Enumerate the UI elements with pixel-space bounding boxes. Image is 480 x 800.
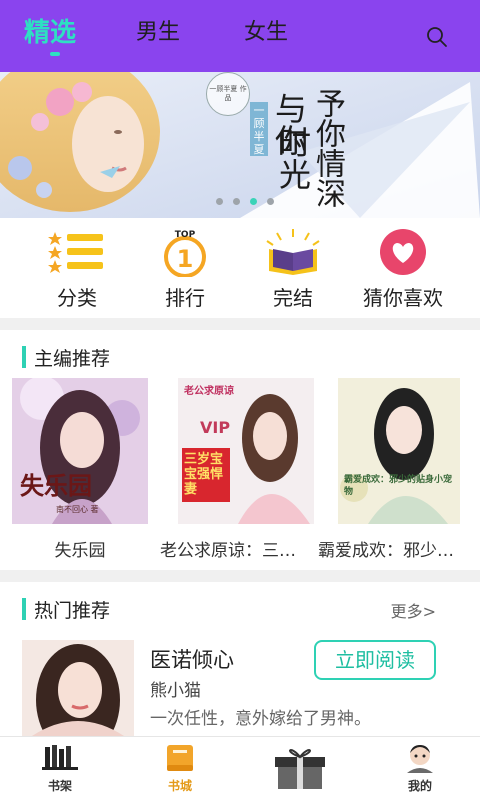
nav-bookstore[interactable]: 书城 (140, 743, 220, 794)
category-label: 猜你喜欢 (363, 286, 443, 310)
nav-label: 书架 (47, 779, 72, 793)
tab-female[interactable]: 女生 (244, 14, 288, 46)
category-completed[interactable]: 完结 (238, 226, 348, 311)
gift-box-icon (275, 749, 325, 789)
category-label: 分类 (57, 286, 97, 310)
category-row: 分类 1 TOP 排行 完结 猜你喜欢 (0, 226, 480, 314)
promo-banner[interactable]: 一顾半夏 作品 一顾半夏 与你 时光 予你情深 (0, 72, 480, 218)
book-cover-title: 霸爱成欢：邪少的贴身小宠物 (344, 475, 453, 497)
nav-gift[interactable] (260, 743, 340, 795)
vip-badge: VIP (200, 418, 231, 437)
banner-title-2: 时光 (274, 126, 312, 190)
heart-icon (380, 229, 426, 275)
book-cover[interactable]: 失乐园 南不回心 著 (12, 378, 148, 524)
nav-label: 我的 (407, 779, 432, 793)
banner-author-tag: 一顾半夏 (250, 102, 268, 156)
top-header: 精选 男生 女生 (0, 0, 480, 72)
book-cover-author: 南不回心 著 (56, 505, 99, 514)
category-label: 完结 (273, 286, 313, 310)
hot-book-cover[interactable] (22, 640, 134, 736)
bottom-navigation: 书架 书城 我的 (0, 736, 480, 800)
book-cover[interactable]: 老公求原谅 VIP 三岁宝宝强悍妻 (178, 378, 314, 524)
book-cover-title: 失乐园 (20, 471, 92, 500)
active-tab-indicator (50, 52, 60, 56)
profile-icon (407, 745, 433, 773)
top1-icon: 1 TOP (164, 230, 206, 277)
read-now-button[interactable]: 立即阅读 (314, 640, 436, 680)
banner-pagination (216, 198, 274, 205)
hot-book-author: 熊小猫 (150, 681, 201, 701)
bookshelf-icon (42, 745, 78, 770)
nav-bookshelf[interactable]: 书架 (20, 743, 100, 794)
hot-picks-title: 热门推荐 (22, 596, 110, 623)
list-icon (48, 232, 103, 273)
category-ranking[interactable]: 1 TOP 排行 (130, 226, 240, 311)
banner-title-3: 予你情深 (310, 88, 345, 208)
nav-label: 书城 (167, 779, 192, 793)
search-icon[interactable] (426, 26, 448, 48)
book-cover-top-text: 老公求原谅 (184, 386, 234, 397)
section-divider (0, 318, 480, 330)
pagination-dot (233, 198, 240, 205)
hot-book-description: 一次任性，意外嫁给了男神。 (150, 709, 371, 729)
more-link[interactable]: 更多> (391, 598, 436, 622)
book-card[interactable]: 失乐园 南不回心 著 失乐园 (12, 378, 148, 561)
book-card[interactable]: 霸爱成欢：邪少的贴身小宠物 霸爱成欢：邪少… (318, 378, 468, 561)
tab-featured[interactable]: 精选 (24, 12, 76, 49)
nav-profile[interactable]: 我的 (380, 743, 460, 794)
top1-number: 1 (177, 245, 194, 273)
category-classify[interactable]: 分类 (22, 226, 132, 311)
editor-picks-title: 主编推荐 (22, 344, 110, 371)
book-cover-title: 三岁宝宝强悍妻 (184, 452, 224, 497)
section-divider (0, 570, 480, 582)
category-guess-you-like[interactable]: 猜你喜欢 (348, 226, 458, 311)
pagination-dot (267, 198, 274, 205)
category-label: 排行 (165, 286, 205, 310)
open-book-icon (266, 229, 320, 275)
pagination-dot-active (250, 198, 257, 205)
banner-author-badge: 一顾半夏 作品 (206, 72, 250, 116)
book-title: 霸爱成欢：邪少… (318, 541, 454, 561)
book-title: 失乐园 (54, 541, 106, 561)
book-title: 老公求原谅：三… (160, 541, 296, 561)
book-store-icon (167, 745, 193, 771)
pagination-dot (216, 198, 223, 205)
book-card[interactable]: 老公求原谅 VIP 三岁宝宝强悍妻 老公求原谅：三… (160, 378, 314, 561)
hot-book-name[interactable]: 医诺倾心 (150, 644, 234, 674)
book-cover[interactable]: 霸爱成欢：邪少的贴身小宠物 (338, 378, 460, 524)
tab-male[interactable]: 男生 (136, 14, 180, 46)
top1-label: TOP (175, 230, 196, 240)
